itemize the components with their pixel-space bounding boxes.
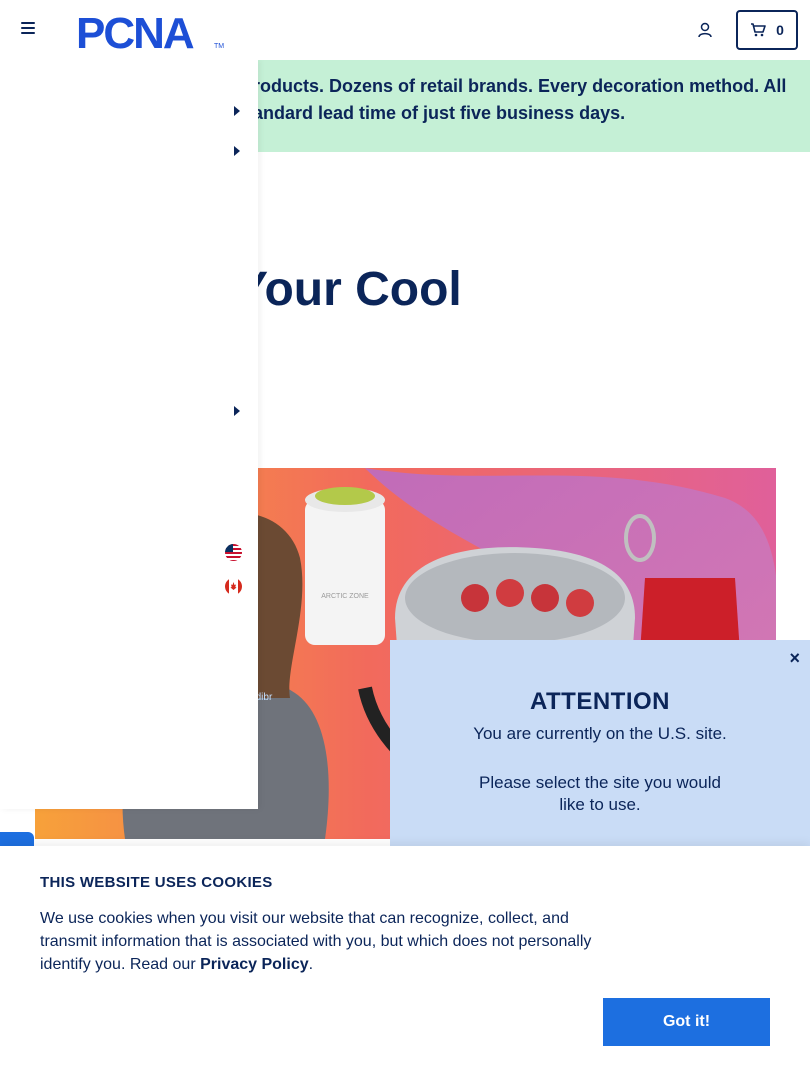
side-menu (0, 60, 258, 809)
site-header: PCNA TM 0 (0, 0, 810, 60)
attention-current-site: You are currently on the U.S. site. (473, 724, 727, 743)
caret-right-icon (234, 106, 240, 116)
caret-right-icon (234, 406, 240, 416)
site-select-dialog: × ATTENTION You are currently on the U.S… (390, 640, 810, 860)
canada-flag-icon[interactable] (225, 578, 242, 595)
account-icon[interactable] (696, 21, 714, 39)
close-icon[interactable]: × (789, 648, 800, 669)
us-flag-icon[interactable] (225, 544, 242, 561)
menu-item-3[interactable] (0, 398, 258, 426)
attention-title: ATTENTION (529, 688, 671, 715)
privacy-policy-link[interactable]: Privacy Policy (200, 956, 309, 973)
cart-button[interactable]: 0 (736, 10, 798, 50)
cart-count: 0 (776, 22, 784, 38)
svg-text:ARCTIC ZONE: ARCTIC ZONE (321, 593, 369, 600)
cookie-text: We use cookies when you visit our websit… (40, 910, 592, 973)
svg-text:PCNA: PCNA (76, 10, 194, 52)
menu-icon[interactable] (21, 22, 35, 36)
caret-right-icon (234, 146, 240, 156)
svg-text:TM: TM (214, 43, 224, 50)
attention-instructions: Please select the site you would like to… (479, 773, 721, 814)
menu-item-1[interactable] (0, 98, 258, 126)
cookie-title: THIS WEBSITE USES COOKIES (40, 874, 273, 891)
got-it-button[interactable]: Got it! (603, 998, 770, 1046)
pcna-logo[interactable]: PCNA TM (76, 10, 226, 52)
menu-item-2[interactable] (0, 138, 258, 166)
cart-icon (751, 23, 766, 37)
cookie-banner: THIS WEBSITE USES COOKIES We use cookies… (0, 846, 810, 1080)
